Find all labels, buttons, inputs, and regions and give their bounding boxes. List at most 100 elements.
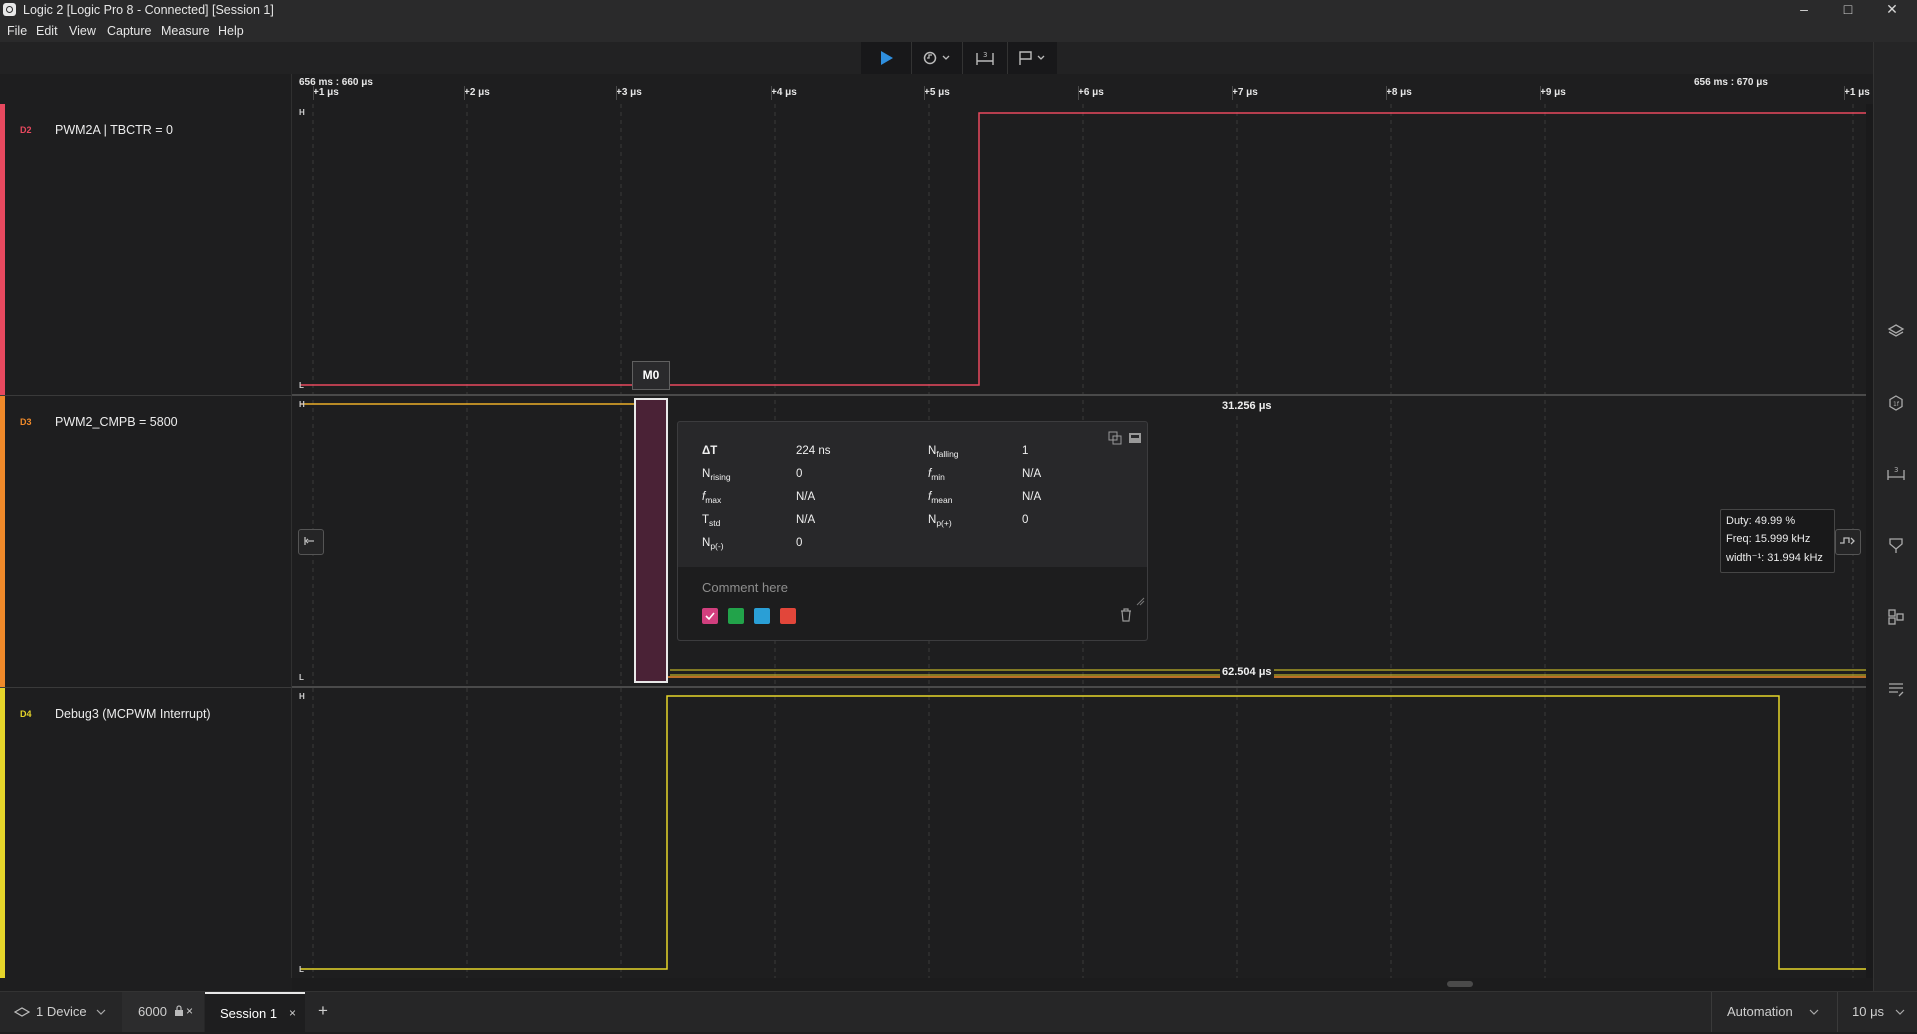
trash-icon[interactable] xyxy=(1119,608,1133,622)
add-marker-button[interactable] xyxy=(1008,42,1057,74)
menu-file[interactable]: File xyxy=(7,24,27,38)
tab-session-1[interactable]: Session 1 × xyxy=(205,992,305,1034)
close-icon[interactable]: × xyxy=(186,1004,193,1018)
add-tab-button[interactable]: + xyxy=(318,1001,328,1021)
svg-text:1f: 1f xyxy=(1893,401,1900,408)
trigger-icon xyxy=(923,51,950,65)
channel-number: D4 xyxy=(20,709,32,719)
resize-handle-icon[interactable] xyxy=(1136,597,1145,606)
m0-measurement-region[interactable] xyxy=(634,398,668,683)
stat-value: N/A xyxy=(796,514,816,526)
lock-icon xyxy=(175,1005,183,1016)
horizontal-scrollbar[interactable] xyxy=(292,978,1873,991)
notes-icon[interactable] xyxy=(1887,680,1905,698)
menu-edit[interactable]: Edit xyxy=(36,24,58,38)
window-title: Logic 2 [Logic Pro 8 - Connected] [Sessi… xyxy=(23,3,274,17)
level-high-label: H xyxy=(299,108,305,117)
stat-value: 0 xyxy=(796,468,803,480)
channel-color-bar xyxy=(0,104,5,395)
menu-view[interactable]: View xyxy=(69,24,96,38)
level-high-label: H xyxy=(299,400,305,409)
analyzers-icon[interactable] xyxy=(1887,322,1905,340)
measurements-icon[interactable]: 3 xyxy=(1887,464,1905,482)
stat-value: 224 ns xyxy=(796,445,831,457)
right-sidebar: 1f 3 xyxy=(1873,42,1917,991)
pin-icon[interactable] xyxy=(1128,431,1142,445)
minimize-button[interactable]: – xyxy=(1782,0,1826,20)
color-swatch-pink[interactable] xyxy=(702,608,718,624)
stat-value: N/A xyxy=(796,491,816,503)
channel-row-d2[interactable]: D2 PWM2A | TBCTR = 0 xyxy=(0,104,292,396)
level-high-label: H xyxy=(299,692,305,701)
ruler-tick: +3 μs xyxy=(616,86,642,100)
chevron-down-icon xyxy=(1809,1009,1819,1015)
close-button[interactable]: ✕ xyxy=(1870,0,1914,20)
chevron-down-icon xyxy=(1895,1009,1905,1015)
vertical-scrollbar[interactable] xyxy=(1866,104,1873,978)
ruler-tick: +1 μs xyxy=(1844,86,1870,100)
channel-number: D2 xyxy=(20,125,32,135)
chevron-down-icon xyxy=(96,1009,106,1015)
tab-label: Session 1 xyxy=(220,1006,278,1021)
tooltip-width: width⁻¹: 31.994 kHz xyxy=(1726,552,1823,564)
title-bar: Logic 2 [Logic Pro 8 - Connected] [Sessi… xyxy=(0,0,1917,20)
marker-icon xyxy=(1018,51,1044,65)
close-icon[interactable]: × xyxy=(289,1006,296,1020)
channel-name[interactable]: PWM2_CMPB = 5800 xyxy=(55,415,178,429)
trigger-settings-button[interactable] xyxy=(912,42,962,74)
jump-forward-icon xyxy=(1840,537,1855,545)
start-capture-button[interactable] xyxy=(861,42,911,74)
status-bar: 1 Device 6000 × Session 1 × + Automation… xyxy=(0,991,1917,1034)
previous-edge-button[interactable] xyxy=(298,529,324,555)
stat-label: Nrising xyxy=(702,468,731,482)
color-swatch-blue[interactable] xyxy=(754,608,770,624)
stat-value: 0 xyxy=(796,537,803,549)
play-icon xyxy=(881,51,893,65)
stat-label: fmin xyxy=(928,468,945,482)
timescale-selector[interactable]: 10 μs xyxy=(1852,1004,1884,1019)
menu-capture[interactable]: Capture xyxy=(107,24,151,38)
device-selector[interactable]: 1 Device xyxy=(36,1004,87,1019)
channel-name[interactable]: PWM2A | TBCTR = 0 xyxy=(55,123,173,137)
comment-input[interactable]: Comment here xyxy=(702,580,788,595)
device-icon xyxy=(14,1007,30,1017)
period-label: 62.504 μs xyxy=(1220,666,1274,678)
next-edge-button[interactable] xyxy=(1835,529,1861,555)
measure-icon: 3 xyxy=(976,51,994,65)
ruler-tick: +6 μs xyxy=(1078,86,1104,100)
horizontal-scroll-thumb[interactable] xyxy=(1447,981,1473,987)
maximize-button[interactable]: □ xyxy=(1826,0,1870,20)
channel-name[interactable]: Debug3 (MCPWM Interrupt) xyxy=(55,707,211,721)
tab-6000[interactable]: 6000 × xyxy=(122,992,204,1032)
level-low-label: L xyxy=(299,965,304,974)
measurement-popup[interactable]: ΔT 224 ns Nfalling 1 Nrising 0 fmin N/A … xyxy=(677,421,1148,641)
stat-label: Tstd xyxy=(702,514,721,528)
ruler-tick: +1 μs xyxy=(313,86,339,100)
copy-icon[interactable] xyxy=(1108,431,1122,445)
stat-label: Np(-) xyxy=(702,537,724,551)
color-swatch-green[interactable] xyxy=(728,608,744,624)
add-measurement-button[interactable]: 3 xyxy=(963,42,1007,74)
automation-button[interactable]: Automation xyxy=(1727,1004,1793,1019)
menu-help[interactable]: Help xyxy=(218,24,244,38)
level-low-label: L xyxy=(299,673,304,682)
stat-label: ΔT xyxy=(702,445,718,457)
check-icon xyxy=(705,612,715,621)
ruler-anchor-end: 656 ms : 670 μs xyxy=(1694,77,1768,88)
ruler-tick: +5 μs xyxy=(924,86,950,100)
channel-row-d4[interactable]: D4 Debug3 (MCPWM Interrupt) xyxy=(0,688,292,978)
stat-value: 0 xyxy=(1022,514,1029,526)
timing-markers-icon[interactable] xyxy=(1887,536,1905,554)
marker-m0-label[interactable]: M0 xyxy=(632,361,670,390)
toolbar-group: 3 xyxy=(861,42,1057,74)
extensions-icon[interactable]: 1f xyxy=(1887,394,1905,412)
measurement-tooltip: Duty: 49.99 % Freq: 15.999 kHz width⁻¹: … xyxy=(1720,509,1835,573)
layout-icon[interactable] xyxy=(1887,608,1905,626)
color-swatch-red[interactable] xyxy=(780,608,796,624)
channel-row-d3[interactable]: D3 PWM2_CMPB = 5800 xyxy=(0,396,292,688)
stat-value: N/A xyxy=(1022,468,1042,480)
menu-measure[interactable]: Measure xyxy=(161,24,210,38)
stat-label: Nfalling xyxy=(928,445,959,459)
channel-number: D3 xyxy=(20,417,32,427)
time-ruler[interactable]: 656 ms : 660 μs 656 ms : 670 μs +1 μs +2… xyxy=(292,74,1873,105)
